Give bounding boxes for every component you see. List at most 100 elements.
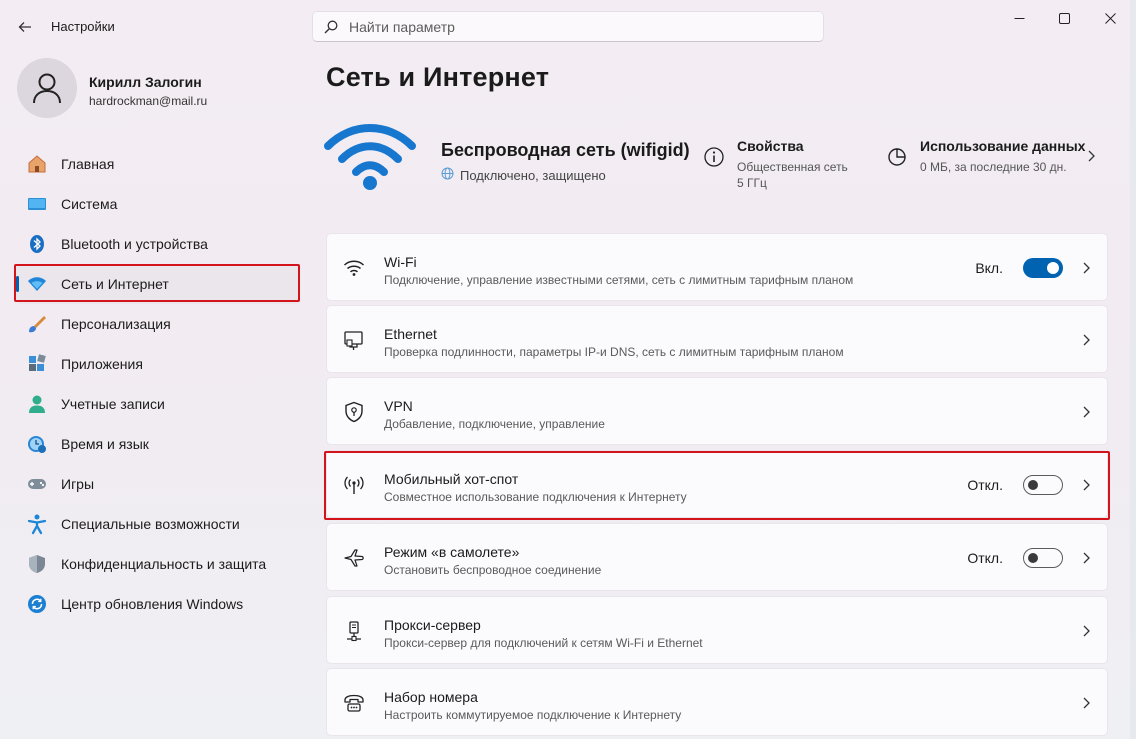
page-title: Сеть и Интернет [326,62,550,92]
accounts-icon [26,393,48,415]
network-status: Подключено, защищено [441,167,606,183]
dialup-icon [343,692,365,714]
sidebar-item-apps[interactable]: Приложения [16,344,300,384]
back-button[interactable] [10,12,40,42]
accessibility-icon [26,513,48,535]
card-title: VPN [384,398,413,414]
update-icon [26,593,48,615]
apps-icon [26,353,48,375]
minimize-icon [1014,17,1024,19]
globe-icon [441,167,454,183]
properties-link[interactable]: Свойства Общественная сеть 5 ГГц [703,136,863,192]
sidebar-item-privacy[interactable]: Конфиденциальность и защита [16,544,300,584]
network-status-text: Подключено, защищено [460,167,606,183]
properties-band: 5 ГГц [737,176,767,190]
data-usage-link[interactable]: Использование данных 0 МБ, за последние … [886,136,1106,186]
bluetooth-icon [26,233,48,255]
airplane-icon [343,547,365,569]
sidebar-item-accounts[interactable]: Учетные записи [16,384,300,424]
title-bar: Настройки [0,0,1136,52]
toggle-state-label: Откл. [967,550,1003,566]
sidebar-item-personalization[interactable]: Персонализация [16,304,300,344]
sidebar-item-label: Главная [61,156,115,172]
time-language-icon [26,433,48,455]
brush-icon [26,313,48,335]
properties-network-type: Общественная сеть [737,160,848,174]
system-icon [26,193,48,215]
sidebar-item-label: Игры [61,476,95,492]
sidebar-item-windows-update[interactable]: Центр обновления Windows [16,584,300,624]
card-subtitle: Прокси-сервер для подключений к сетям Wi… [384,636,703,650]
home-icon [26,153,48,175]
shield-icon [26,553,48,575]
chevron-right-icon[interactable] [1081,550,1091,571]
wifi-toggle[interactable] [1023,258,1063,278]
card-title: Набор номера [384,689,478,705]
setting-card-proxy[interactable]: Прокси-сервер Прокси-сервер для подключе… [326,596,1108,664]
chevron-right-icon[interactable] [1081,695,1091,716]
card-subtitle: Проверка подлинности, параметры IP-и DNS… [384,345,844,359]
setting-card-wifi[interactable]: Wi-Fi Подключение, управление известными… [326,233,1108,301]
sidebar-item-time-language[interactable]: Время и язык [16,424,300,464]
sidebar-item-label: Время и язык [61,436,149,452]
data-usage-icon [886,146,908,173]
maximize-button[interactable] [1042,4,1086,32]
sidebar-item-label: Приложения [61,356,143,372]
chevron-right-icon[interactable] [1081,260,1091,281]
proxy-icon [343,620,365,642]
user-icon [33,73,61,104]
airplane-mode-toggle[interactable] [1023,548,1063,568]
setting-card-airplane-mode[interactable]: Режим «в самолете» Остановить беспроводн… [326,523,1108,591]
sidebar-item-label: Центр обновления Windows [61,596,244,612]
sidebar-nav: Главная Система Bluetooth и устройства С… [16,144,300,624]
setting-card-vpn[interactable]: VPN Добавление, подключение, управление [326,377,1108,445]
chevron-right-icon[interactable] [1081,332,1091,353]
toggle-state-label: Вкл. [975,260,1003,276]
avatar[interactable] [17,58,77,118]
sidebar-item-home[interactable]: Главная [16,144,300,184]
minimize-button[interactable] [997,4,1041,32]
data-usage-amount: 0 МБ, за последние 30 дн. [920,160,1067,174]
chevron-right-icon[interactable] [1081,404,1091,425]
close-button[interactable] [1088,4,1132,32]
wifi-icon [343,257,365,279]
annotation-highlight-box [14,264,300,302]
app-title: Настройки [51,19,115,34]
properties-title: Свойства [737,138,804,154]
settings-window: Настройки Кирилл Залогин hardrockman@mai… [0,0,1136,739]
maximize-icon [1058,12,1070,24]
card-subtitle: Добавление, подключение, управление [384,417,605,431]
search-input[interactable] [349,18,789,35]
close-icon [1104,12,1116,24]
sidebar-item-system[interactable]: Система [16,184,300,224]
sidebar-item-label: Учетные записи [61,396,165,412]
card-subtitle: Подключение, управление известными сетям… [384,273,854,287]
sidebar-item-label: Специальные возможности [61,516,240,532]
chevron-right-icon [1086,148,1096,169]
user-name: Кирилл Залогин [89,74,202,90]
ethernet-icon [343,329,365,351]
sidebar-item-label: Персонализация [61,316,171,332]
card-subtitle: Остановить беспроводное соединение [384,563,602,577]
sidebar-item-accessibility[interactable]: Специальные возможности [16,504,300,544]
window-edge [1130,0,1136,739]
sidebar-item-gaming[interactable]: Игры [16,464,300,504]
setting-card-ethernet[interactable]: Ethernet Проверка подлинности, параметры… [326,305,1108,373]
card-title: Прокси-сервер [384,617,481,633]
annotation-highlight-box [324,451,1110,520]
wifi-signal-icon [322,118,418,194]
card-title: Wi-Fi [384,254,417,270]
network-name: Беспроводная сеть (wifigid) [441,140,690,160]
info-icon [703,146,725,173]
setting-card-dialup[interactable]: Набор номера Настроить коммутируемое под… [326,668,1108,736]
search-box[interactable] [312,11,824,42]
card-title: Режим «в самолете» [384,544,520,560]
card-title: Ethernet [384,326,437,342]
sidebar-item-bluetooth[interactable]: Bluetooth и устройства [16,224,300,264]
gamepad-icon [26,473,48,495]
sidebar-item-label: Конфиденциальность и защита [61,556,267,572]
vpn-shield-icon [343,401,365,423]
chevron-right-icon[interactable] [1081,623,1091,644]
card-subtitle: Настроить коммутируемое подключение к Ин… [384,708,682,722]
sidebar-item-label: Bluetooth и устройства [61,236,208,252]
